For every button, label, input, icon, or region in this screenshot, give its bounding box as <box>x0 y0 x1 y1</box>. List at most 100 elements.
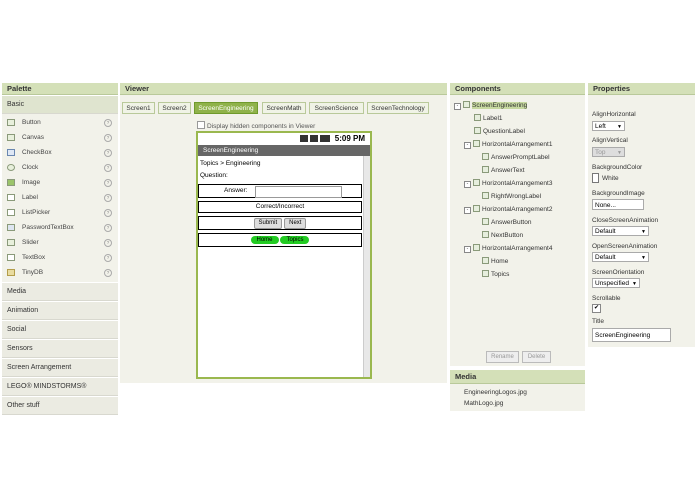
tree-item-topics[interactable]: Topics <box>482 270 509 280</box>
nav-arrangement[interactable]: Home Topics <box>198 233 362 247</box>
title-label: Title <box>592 318 605 325</box>
question-label[interactable]: Question: <box>198 170 370 182</box>
palette-item-listpicker[interactable]: ListPicker? <box>2 205 118 220</box>
display-hidden-checkbox[interactable]: Display hidden components in Viewer <box>197 121 315 130</box>
align-horizontal-select[interactable]: Left ▼ <box>592 121 625 131</box>
palette-item-label[interactable]: Label? <box>2 190 118 205</box>
palette-item-textbox[interactable]: TextBox? <box>2 250 118 265</box>
tree-item-harr2[interactable]: - HorizontalArrangement2 <box>464 205 552 215</box>
palette-item-button[interactable]: Button? <box>2 115 118 130</box>
tree-item-question-label[interactable]: QuestionLabel <box>474 127 525 137</box>
help-icon[interactable]: ? <box>104 239 112 247</box>
palette-item-checkbox[interactable]: CheckBox? <box>2 145 118 160</box>
background-color-label: BackgroundColor <box>592 164 643 171</box>
tree-item-home[interactable]: Home <box>482 257 508 267</box>
media-file[interactable]: EngineeringLogos.jpg <box>464 389 527 396</box>
collapse-icon[interactable]: - <box>464 142 471 149</box>
delete-button[interactable]: Delete <box>522 351 551 363</box>
slider-icon <box>7 239 15 246</box>
collapse-icon[interactable]: - <box>464 246 471 253</box>
help-icon[interactable]: ? <box>104 194 112 202</box>
palette-section-media[interactable]: Media <box>2 282 118 301</box>
submit-button[interactable]: Submit <box>253 218 283 229</box>
answer-text-input[interactable] <box>255 186 342 198</box>
help-icon[interactable]: ? <box>104 164 112 172</box>
tree-item-label1[interactable]: Label1 <box>474 114 503 124</box>
checkbox-icon <box>7 149 15 156</box>
palette-item-tinydb[interactable]: TinyDB? <box>2 265 118 280</box>
tab-screen-math[interactable]: ScreenMath <box>262 102 306 114</box>
tree-item-next-button[interactable]: NextButton <box>482 231 523 241</box>
wifi-icon <box>300 135 308 142</box>
tab-screen-technology[interactable]: ScreenTechnology <box>367 102 429 114</box>
palette-section-basic[interactable]: Basic <box>2 95 118 114</box>
label-icon <box>474 127 481 134</box>
palette-item-clock[interactable]: Clock? <box>2 160 118 175</box>
title-field[interactable]: ScreenEngineering <box>592 328 671 342</box>
help-icon[interactable]: ? <box>104 224 112 232</box>
palette-section-lego[interactable]: LEGO® MINDSTORMS® <box>2 377 118 396</box>
next-button[interactable]: Next <box>284 218 307 229</box>
palette-section-sensors[interactable]: Sensors <box>2 339 118 358</box>
help-icon[interactable]: ? <box>104 149 112 157</box>
right-wrong-label[interactable]: Correct/Incorrect <box>198 201 362 213</box>
tab-screen-engineering[interactable]: ScreenEngineering <box>194 102 258 114</box>
tab-screen2[interactable]: Screen2 <box>158 102 191 114</box>
open-animation-select[interactable]: Default ▼ <box>592 252 649 262</box>
screen-orientation-select[interactable]: Unspecified ▼ <box>592 278 640 288</box>
palette-item-image[interactable]: Image? <box>2 175 118 190</box>
open-animation-label: OpenScreenAnimation <box>592 243 658 250</box>
help-icon[interactable]: ? <box>104 134 112 142</box>
tree-item-harr3[interactable]: - HorizontalArrangement3 <box>464 179 552 189</box>
help-icon[interactable]: ? <box>104 269 112 277</box>
background-image-field[interactable]: None... <box>592 199 644 210</box>
help-icon[interactable]: ? <box>104 209 112 217</box>
button-icon <box>7 119 15 126</box>
collapse-icon[interactable]: - <box>454 103 461 110</box>
answer-arrangement[interactable]: Answer: <box>198 184 362 198</box>
tree-item-harr4[interactable]: - HorizontalArrangement4 <box>464 244 552 254</box>
topics-button[interactable]: Topics <box>280 236 310 244</box>
phone-preview: 5:09 PM ScreenEngineering Topics > Engin… <box>196 131 372 379</box>
background-color-value[interactable]: White <box>602 175 619 182</box>
media-file[interactable]: MathLogo.jpg <box>464 400 503 407</box>
label-icon <box>482 153 489 160</box>
checkbox-icon[interactable] <box>197 121 205 129</box>
topics-label[interactable]: Topics > Engineering <box>198 158 370 170</box>
rename-button[interactable]: Rename <box>486 351 519 363</box>
button-arrangement[interactable]: Submit Next <box>198 216 362 230</box>
tree-item-answer-text[interactable]: AnswerText <box>482 166 525 176</box>
tree-item-right-wrong-label[interactable]: RightWrongLabel <box>482 192 541 202</box>
help-icon[interactable]: ? <box>104 254 112 262</box>
palette-item-canvas[interactable]: Canvas? <box>2 130 118 145</box>
answer-prompt-label[interactable]: Answer: <box>224 187 247 194</box>
tab-screen-science[interactable]: ScreenScience <box>309 102 364 114</box>
phone-clock: 5:09 PM <box>334 134 365 143</box>
home-button[interactable]: Home <box>250 236 279 244</box>
dropdown-arrow-icon: ▼ <box>632 281 637 287</box>
tinydb-icon <box>7 269 15 276</box>
screen-icon <box>463 101 470 108</box>
palette-item-passwordtextbox[interactable]: PasswordTextBox? <box>2 220 118 235</box>
align-vertical-select[interactable]: Top ▼ <box>592 147 625 157</box>
color-swatch[interactable] <box>592 173 599 183</box>
tree-item-answer-prompt-label[interactable]: AnswerPromptLabel <box>482 153 550 163</box>
palette-item-slider[interactable]: Slider? <box>2 235 118 250</box>
tree-item-harr1[interactable]: - HorizontalArrangement1 <box>464 140 552 150</box>
help-icon[interactable]: ? <box>104 179 112 187</box>
palette-section-other[interactable]: Other stuff <box>2 396 118 415</box>
palette-section-screen-arrangement[interactable]: Screen Arrangement <box>2 358 118 377</box>
image-icon <box>7 179 15 186</box>
help-icon[interactable]: ? <box>104 119 112 127</box>
background-image-label: BackgroundImage <box>592 190 645 197</box>
close-animation-select[interactable]: Default ▼ <box>592 226 649 236</box>
tab-screen1[interactable]: Screen1 <box>122 102 155 114</box>
palette-section-animation[interactable]: Animation <box>2 301 118 320</box>
palette-section-social[interactable]: Social <box>2 320 118 339</box>
tree-item-screen[interactable]: - ScreenEngineering <box>454 101 528 111</box>
scrollable-checkbox[interactable]: ✔ <box>592 304 601 313</box>
media-header: Media <box>450 370 585 384</box>
tree-item-answer-button[interactable]: AnswerButton <box>482 218 531 228</box>
collapse-icon[interactable]: - <box>464 181 471 188</box>
collapse-icon[interactable]: - <box>464 207 471 214</box>
